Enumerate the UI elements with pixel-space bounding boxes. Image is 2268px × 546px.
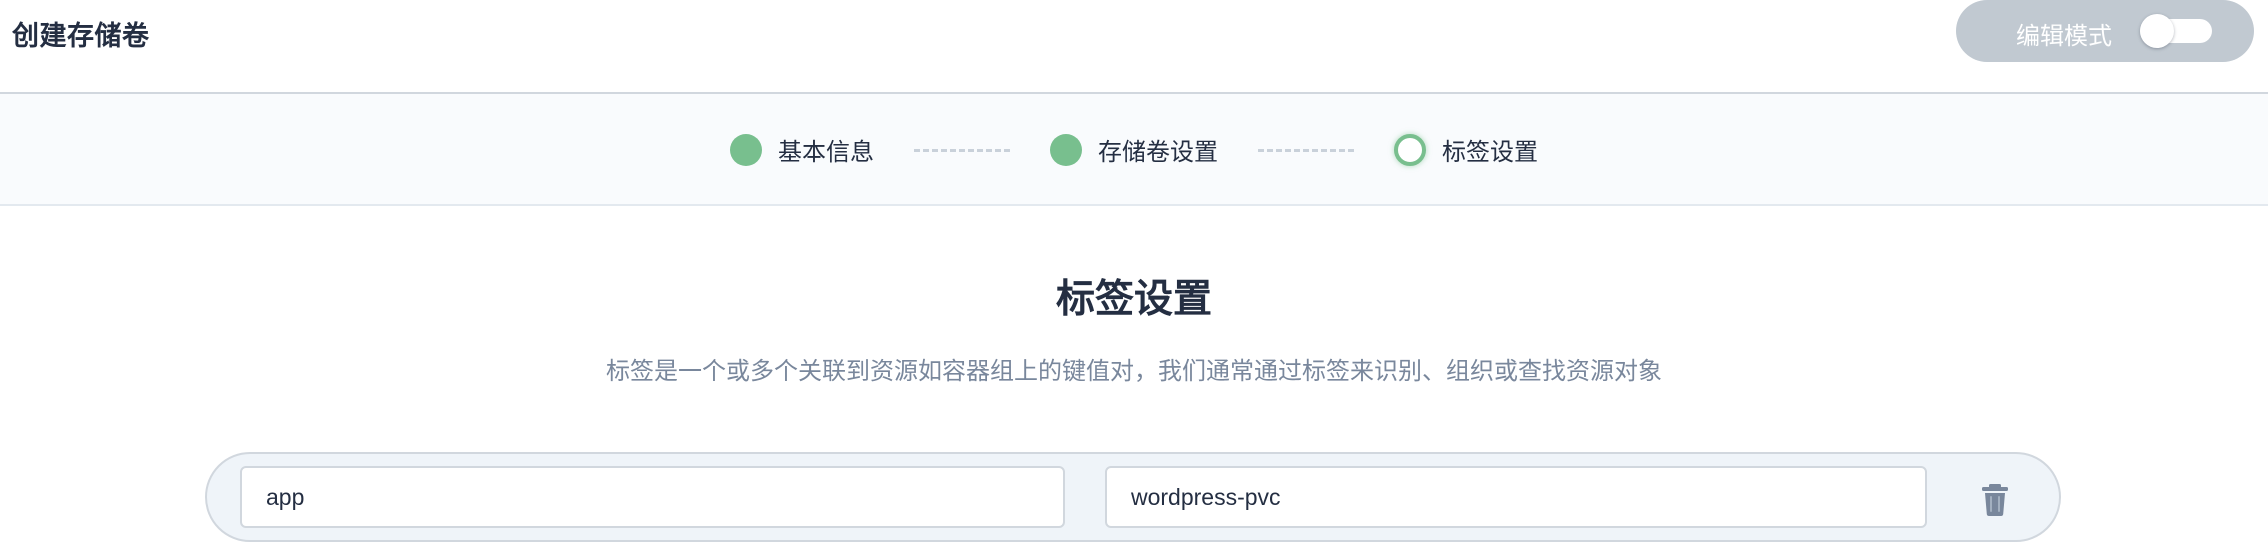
label-value-input[interactable] bbox=[1105, 466, 1927, 528]
toggle-knob bbox=[2140, 14, 2174, 48]
section-description: 标签是一个或多个关联到资源如容器组上的键值对，我们通常通过标签来识别、组织或查找… bbox=[606, 357, 1662, 385]
step-2-done-icon bbox=[1050, 134, 1082, 166]
step-3-label[interactable]: 标签设置 bbox=[1442, 132, 1538, 167]
step-divider-1 bbox=[914, 149, 1010, 152]
edit-mode-toggle[interactable] bbox=[2140, 14, 2212, 48]
step-1-label[interactable]: 基本信息 bbox=[778, 132, 874, 167]
step-3-current-icon bbox=[1394, 134, 1426, 166]
steps-bar: 基本信息 存储卷设置 标签设置 bbox=[0, 94, 2268, 206]
step-1-done-icon bbox=[730, 134, 762, 166]
step-divider-2 bbox=[1258, 149, 1354, 152]
delete-label-button[interactable] bbox=[1975, 479, 2015, 519]
step-2-label[interactable]: 存储卷设置 bbox=[1098, 132, 1218, 167]
label-row bbox=[205, 452, 2061, 542]
create-volume-page: 创建存储卷 编辑模式 基本信息 存储卷设置 标签设置 标签设置 标签是一个或多个… bbox=[0, 0, 2268, 546]
edit-mode-label: 编辑模式 bbox=[2016, 22, 2112, 50]
page-title: 创建存储卷 bbox=[12, 21, 150, 52]
trash-icon bbox=[1982, 484, 2008, 516]
label-key-input[interactable] bbox=[240, 466, 1065, 528]
edit-mode-button[interactable]: 编辑模式 bbox=[1956, 0, 2254, 62]
section-title: 标签设置 bbox=[1055, 277, 1212, 322]
page-header: 创建存储卷 编辑模式 bbox=[0, 0, 2268, 94]
